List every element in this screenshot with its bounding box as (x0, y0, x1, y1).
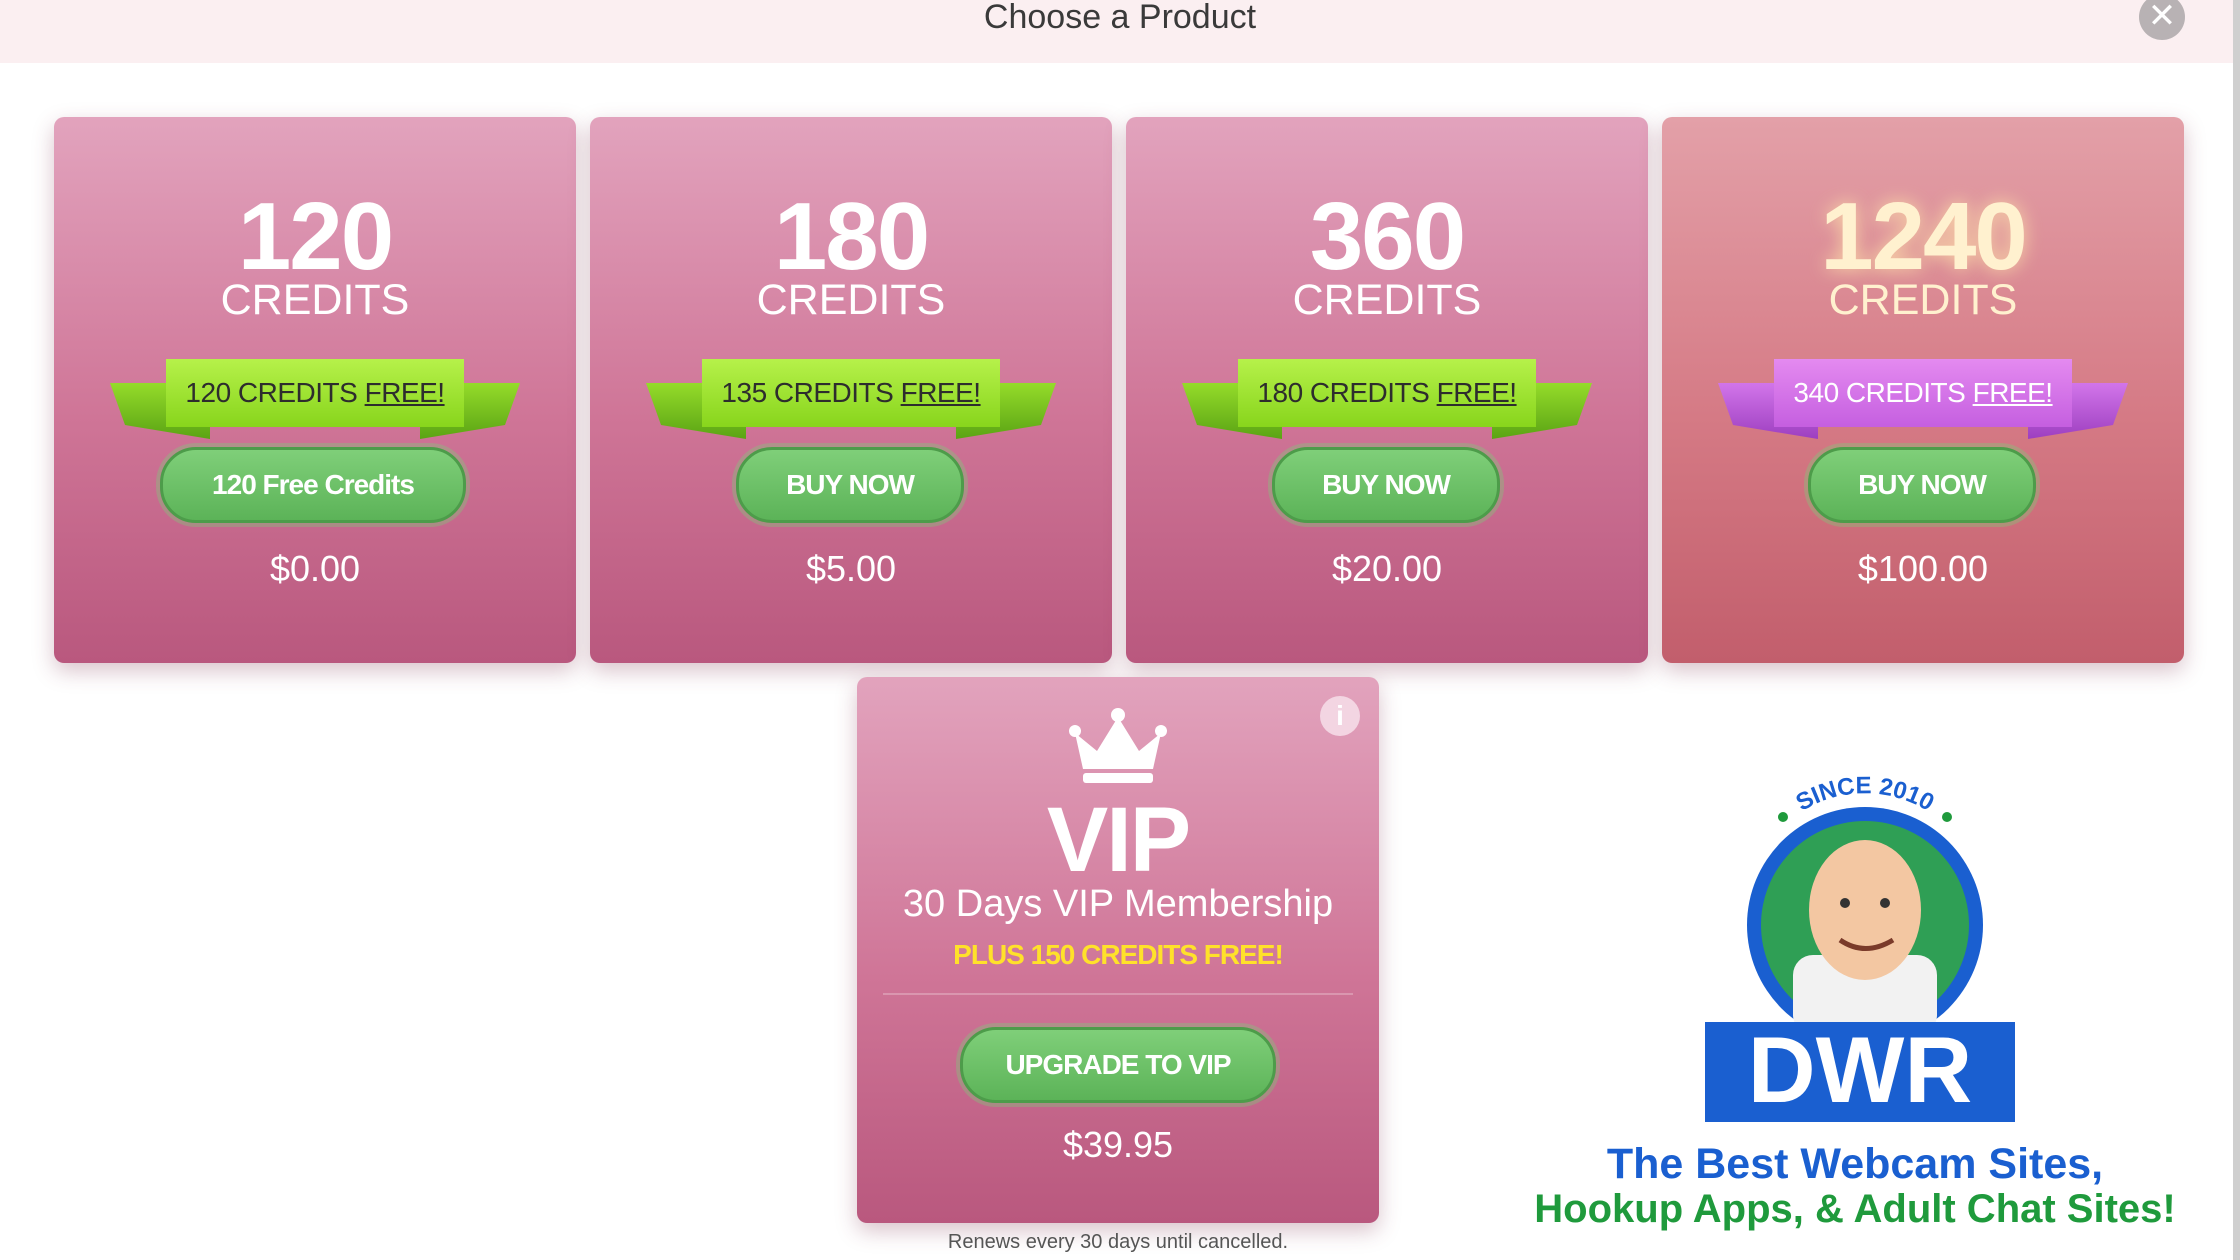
bonus-ribbon: 340 CREDITS FREE! (1718, 339, 2128, 449)
buy-now-button[interactable]: BUY NOW (1808, 447, 2036, 523)
credits-amount: 120 (237, 183, 394, 290)
vip-bonus: PLUS 150 CREDITS FREE! (953, 939, 1284, 970)
bonus-free-link: FREE! (364, 377, 445, 408)
price: $20.00 (1331, 548, 1443, 589)
dialog-header: Choose a Product ✕ (0, 0, 2240, 63)
bonus-free-link: FREE! (900, 377, 981, 408)
upgrade-vip-button[interactable]: UPGRADE TO VIP (960, 1027, 1276, 1103)
bonus-ribbon: 120 CREDITS FREE! (110, 339, 520, 449)
logo-tagline-2: Hookup Apps, & Adult Chat Sites! (1534, 1187, 2175, 1231)
product-card-180: 180 CREDITS 135 CREDITS FREE! BUY NOW $5… (590, 117, 1112, 663)
vip-card: i VIP 30 Days VIP Membership PLUS 150 CR… (857, 677, 1379, 1223)
vip-title: VIP (1046, 789, 1191, 891)
credits-amount: 360 (1309, 183, 1466, 290)
avatar-face-icon (1809, 840, 1921, 980)
dot-left-icon (1778, 812, 1788, 822)
avatar-eye-icon (1880, 898, 1890, 908)
dwr-logo: SINCE 2010 DWR The Best Webcam Sites, Ho… (1534, 775, 2175, 1231)
avatar-eye-icon (1840, 898, 1850, 908)
bonus-free-link: FREE! (1436, 377, 1517, 408)
bonus-label: 180 CREDITS FREE! (1238, 359, 1536, 427)
dot-right-icon (1942, 812, 1952, 822)
crown-icon (1069, 708, 1167, 783)
logo-name: DWR (1748, 1017, 1973, 1122)
price: $39.95 (1062, 1124, 1174, 1165)
close-button[interactable]: ✕ (2139, 0, 2185, 40)
bonus-ribbon: 135 CREDITS FREE! (646, 339, 1056, 449)
product-card-360: 360 CREDITS 180 CREDITS FREE! BUY NOW $2… (1126, 117, 1648, 663)
credits-unit: CREDITS (220, 276, 410, 324)
bonus-free-link: FREE! (1972, 377, 2053, 408)
credits-unit: CREDITS (756, 276, 946, 324)
price: $5.00 (805, 548, 897, 589)
buy-now-button[interactable]: BUY NOW (736, 447, 964, 523)
credits-amount: 1240 (1820, 183, 2028, 290)
scrollbar-edge (2233, 0, 2240, 1260)
logo-tagline-1: The Best Webcam Sites, (1607, 1140, 2103, 1188)
bonus-label: 340 CREDITS FREE! (1774, 359, 2072, 427)
renew-note: Renews every 30 days until cancelled. (947, 1231, 1289, 1253)
buy-now-button[interactable]: BUY NOW (1272, 447, 1500, 523)
credits-unit: CREDITS (1292, 276, 1482, 324)
price: $100.00 (1857, 548, 1989, 589)
credits-unit: CREDITS (1828, 276, 2018, 324)
bonus-label: 135 CREDITS FREE! (702, 359, 1000, 427)
price: $0.00 (269, 548, 361, 589)
vip-subtitle: 30 Days VIP Membership (902, 883, 1334, 925)
bonus-ribbon: 180 CREDITS FREE! (1182, 339, 1592, 449)
info-icon[interactable]: i (1320, 696, 1360, 736)
bonus-label: 120 CREDITS FREE! (166, 359, 464, 427)
credits-amount: 180 (773, 183, 930, 290)
product-card-1240: 1240 CREDITS 340 CREDITS FREE! BUY NOW $… (1662, 117, 2184, 663)
divider (883, 993, 1353, 995)
free-credits-button[interactable]: 120 Free Credits (160, 447, 466, 523)
product-card-120: 120 CREDITS 120 CREDITS FREE! 120 Free C… (54, 117, 576, 663)
dialog-title: Choose a Product (983, 0, 1257, 36)
